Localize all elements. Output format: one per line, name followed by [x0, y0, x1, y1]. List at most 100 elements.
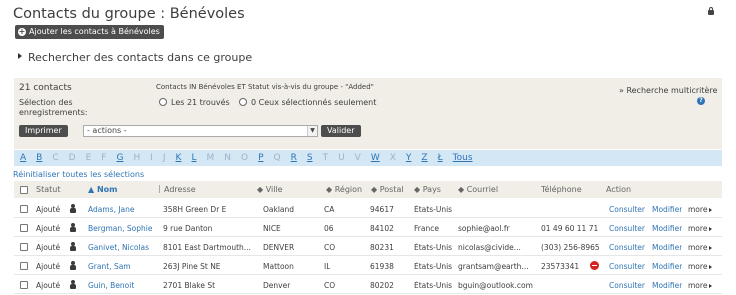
column-separator [159, 185, 160, 193]
col-ville[interactable]: ◆ Ville [257, 185, 283, 194]
more-actions-menu[interactable]: more [688, 262, 713, 271]
col-region[interactable]: ◆ Région [326, 185, 362, 194]
edit-link[interactable]: Modifier [652, 224, 682, 233]
lock-icon[interactable] [708, 7, 714, 15]
alpha-filter-l[interactable]: L [191, 153, 196, 163]
edit-link[interactable]: Modifier [652, 243, 682, 252]
name-link[interactable]: Bergman, Sophie [88, 224, 152, 233]
radio-all-found[interactable]: Les 21 trouvés [159, 98, 230, 107]
row-checkbox[interactable] [20, 281, 28, 289]
print-button[interactable]: Imprimer [19, 125, 68, 137]
table-row: Ajouté Grant, Sam 263J Pine St NE Mattoon IL… [14, 256, 722, 275]
help-icon[interactable]: ? [697, 97, 705, 105]
country-cell: États-Unis [414, 281, 453, 290]
view-link[interactable]: Consulter [609, 281, 645, 290]
add-contacts-button[interactable]: + Ajouter les contacts à Bénévoles [15, 25, 164, 39]
alpha-filter-ł[interactable]: Ł [438, 153, 443, 163]
alpha-filter-k[interactable]: K [176, 153, 182, 163]
view-link[interactable]: Consulter [609, 224, 645, 233]
select-all-checkbox[interactable] [20, 186, 28, 194]
row-checkbox[interactable] [20, 262, 28, 270]
validate-button[interactable]: Valider [321, 125, 361, 137]
phone-cell: 01 49 60 11 71 [541, 224, 599, 233]
col-statut[interactable]: Statut [36, 185, 60, 194]
alpha-filter-t: T [322, 153, 329, 163]
alpha-filter-z[interactable]: Z [421, 153, 427, 163]
name-link[interactable]: Ganivet, Nicolas [88, 243, 149, 252]
alpha-filter-b[interactable]: B [36, 153, 42, 163]
plus-icon: + [18, 27, 26, 36]
status-cell: Ajouté [36, 243, 61, 252]
region-cell: IL [324, 262, 331, 271]
table-row: Ajouté Guin, Benoit 2701 Blake St Denver CO 8… [14, 275, 722, 294]
row-checkbox[interactable] [20, 243, 28, 251]
address-cell: 9 rue Danton [163, 224, 213, 233]
name-link[interactable]: Guin, Benoit [88, 281, 134, 290]
radio-selected-only[interactable]: 0 Ceux sélectionnés seulement [239, 98, 376, 107]
address-cell: 358H Green Dr E [163, 205, 227, 214]
radio-button[interactable] [239, 98, 247, 106]
edit-link[interactable]: Modifier [652, 281, 682, 290]
alpha-filter-w[interactable]: W [371, 153, 380, 163]
col-postal[interactable]: ◆ Postal [371, 185, 404, 194]
col-nom[interactable]: ▲ Nom [88, 185, 117, 194]
region-cell: CA [324, 205, 335, 214]
sort-icon: ◆ [458, 185, 467, 194]
city-cell: Denver [263, 281, 291, 290]
alpha-filter-x: X [389, 153, 396, 163]
row-checkbox[interactable] [20, 224, 28, 232]
alpha-filter-p[interactable]: P [258, 153, 263, 163]
alpha-filter-y[interactable]: Y [406, 153, 412, 163]
more-label: more [688, 243, 708, 252]
name-link[interactable]: Grant, Sam [88, 262, 131, 271]
col-adresse[interactable]: Adresse [159, 185, 196, 194]
alpha-filter-h: H [133, 153, 141, 163]
reset-selections-link[interactable]: Réinitialiser toutes les sélections [13, 170, 144, 179]
name-link[interactable]: Adams, Jane [88, 205, 135, 214]
alpha-filter-a[interactable]: A [20, 153, 26, 163]
view-link[interactable]: Consulter [609, 243, 645, 252]
alpha-filter-all[interactable]: Tous [453, 153, 473, 163]
advanced-search-link[interactable]: » Recherche multicritère [619, 86, 717, 95]
edit-link[interactable]: Modifier [652, 205, 682, 214]
col-courriel[interactable]: ◆ Courriel [458, 185, 498, 194]
search-group-toggle[interactable]: Rechercher des contacts dans ce groupe [18, 51, 252, 64]
more-label: more [688, 281, 708, 290]
more-actions-menu[interactable]: more [688, 205, 713, 214]
table-row: Ajouté Adams, Jane 358H Green Dr E Oakland C… [14, 199, 722, 218]
more-actions-menu[interactable]: more [688, 224, 713, 233]
sort-icon: ◆ [326, 185, 335, 194]
postal-cell: 80202 [370, 281, 394, 290]
view-link[interactable]: Consulter [609, 205, 645, 214]
table-row: Ajouté Ganivet, Nicolas 8101 East Dartmout… [14, 237, 722, 256]
phone-cell: (303) 256-8965 [541, 243, 600, 252]
country-cell: France [414, 224, 439, 233]
alpha-filter-f: F [101, 153, 107, 163]
triangle-right-icon [709, 227, 713, 231]
row-checkbox[interactable] [20, 205, 28, 213]
more-actions-menu[interactable]: more [688, 243, 713, 252]
radio-selected-label: 0 Ceux sélectionnés seulement [251, 98, 377, 107]
col-pays[interactable]: ◆ Pays [414, 185, 441, 194]
radio-button[interactable] [159, 98, 167, 106]
edit-link[interactable]: Modifier [652, 262, 682, 271]
person-icon [70, 242, 76, 251]
actions-select[interactable]: - actions - ▼ [83, 125, 318, 137]
view-link[interactable]: Consulter [609, 262, 645, 271]
alpha-filter-g[interactable]: G [116, 153, 123, 163]
triangle-right-icon [18, 53, 22, 59]
triangle-right-icon [709, 208, 713, 212]
alpha-filter-o: O [240, 153, 249, 163]
alpha-filter-s[interactable]: S [307, 153, 313, 163]
postal-cell: 94617 [370, 205, 394, 214]
more-actions-menu[interactable]: more [688, 281, 713, 290]
city-cell: Mattoon [263, 262, 294, 271]
status-cell: Ajouté [36, 262, 61, 271]
region-cell: 06 [324, 224, 334, 233]
alphabet-filter: A B C D E F G H I J K L M N O P Q R S T U V W X Y Z Ł Tous [14, 150, 722, 166]
alpha-filter-d: D [68, 153, 76, 163]
region-cell: CO [324, 281, 336, 290]
alpha-filter-r[interactable]: R [291, 153, 297, 163]
email-cell: bguin@outlook.com [458, 281, 533, 290]
status-cell: Ajouté [36, 224, 61, 233]
